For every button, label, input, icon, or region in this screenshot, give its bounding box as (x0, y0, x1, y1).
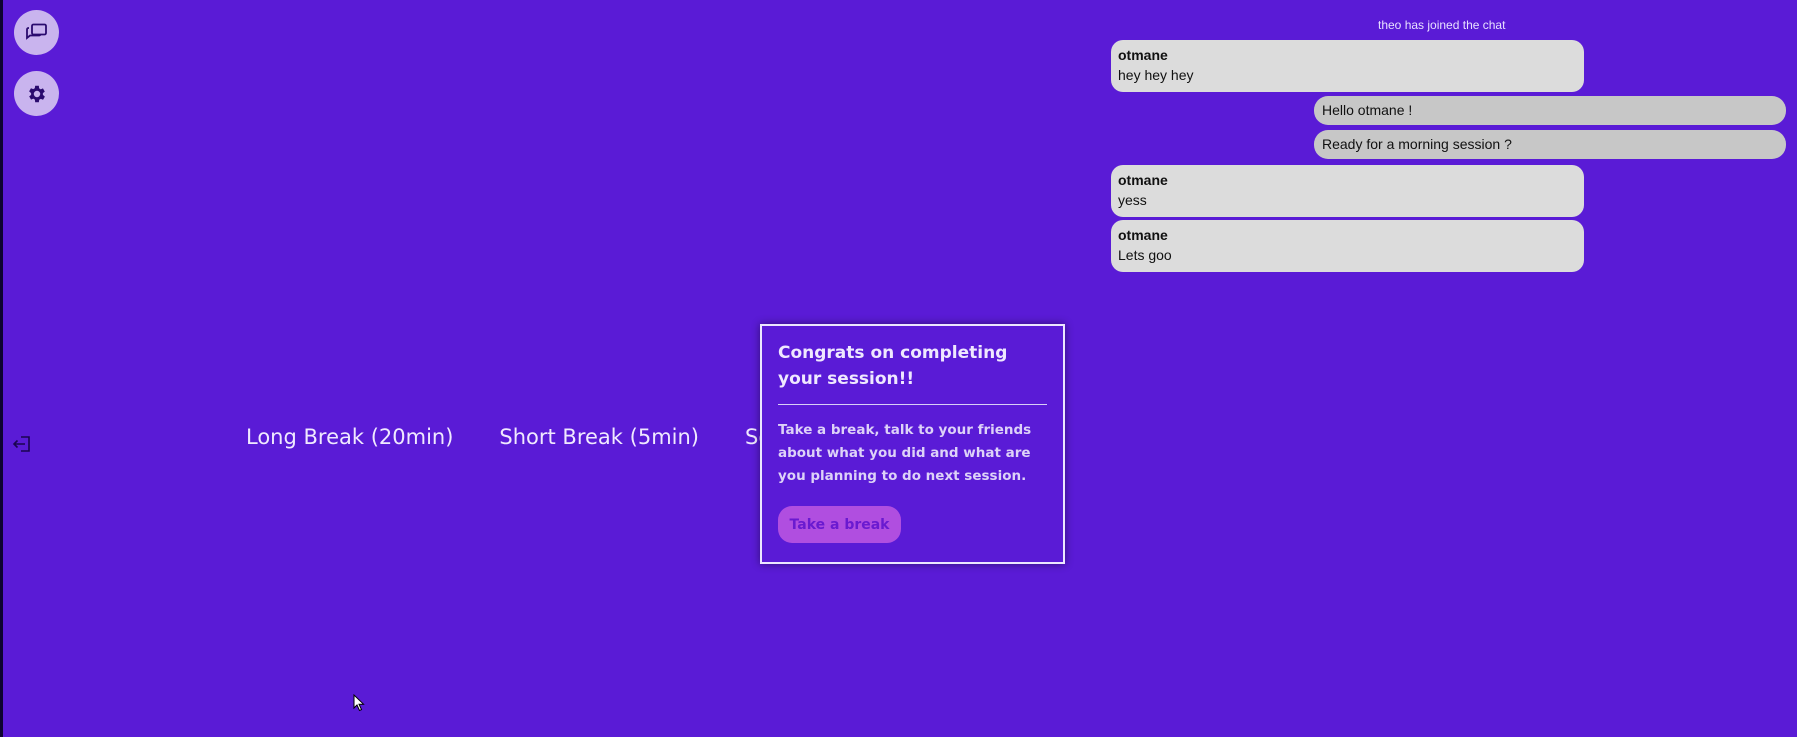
message-text: hey hey hey (1118, 67, 1194, 83)
chat-message-outgoing: Hello otmane ! (1314, 96, 1786, 125)
timer-mode-tabs: Long Break (20min) Short Break (5min) Se (246, 425, 765, 449)
message-text: Lets goo (1118, 247, 1172, 263)
message-text: yess (1118, 192, 1147, 208)
dialog-body: Take a break, talk to your friends about… (778, 422, 1032, 484)
app-screen: Long Break (20min) Short Break (5min) Se… (0, 0, 1797, 737)
join-notice: theo has joined the chat (1378, 18, 1506, 32)
logout-icon[interactable] (12, 433, 34, 455)
session-complete-dialog: Congrats on completing your session!! Ta… (760, 324, 1065, 564)
settings-button[interactable] (14, 71, 59, 116)
message-author: otmane (1118, 172, 1168, 188)
message-author: otmane (1118, 47, 1168, 63)
chat-message-incoming: otmane Lets goo (1111, 220, 1584, 272)
chat-message-outgoing: Ready for a morning session ? (1314, 130, 1786, 159)
dialog-title: Congrats on completing your session!! (778, 343, 1008, 389)
chat-message-incoming: otmane yess (1111, 165, 1584, 217)
short-break-tab[interactable]: Short Break (5min) (499, 425, 699, 449)
dialog-divider (778, 404, 1047, 405)
mouse-cursor-icon (353, 694, 365, 712)
gear-icon (28, 85, 45, 102)
long-break-tab[interactable]: Long Break (20min) (246, 425, 453, 449)
chat-bubbles-icon (25, 23, 47, 40)
chat-message-incoming: otmane hey hey hey (1111, 40, 1584, 92)
message-author: otmane (1118, 227, 1168, 243)
take-break-button[interactable]: Take a break (778, 506, 901, 543)
chat-toggle-button[interactable] (14, 10, 59, 55)
